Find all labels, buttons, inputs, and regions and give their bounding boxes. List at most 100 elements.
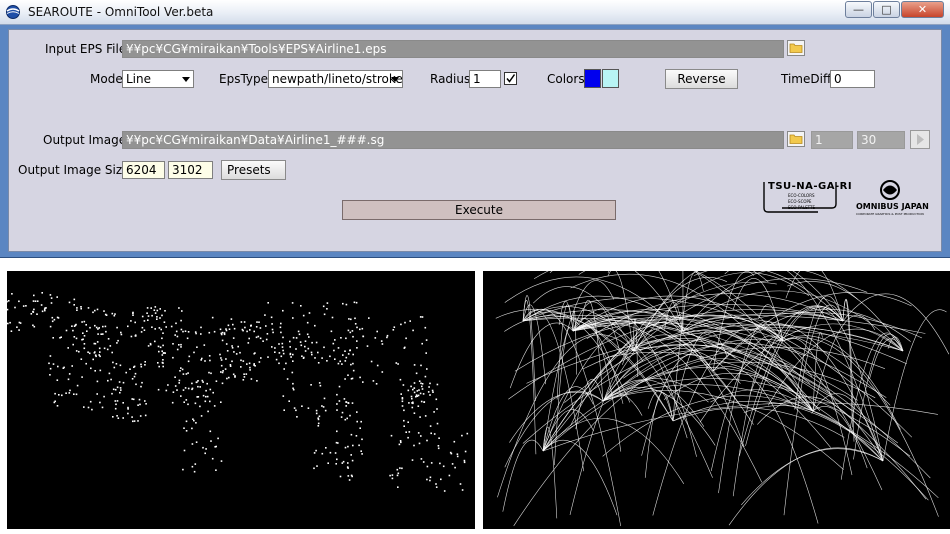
output-width-input[interactable]: 6204	[122, 161, 165, 179]
point-mark	[400, 393, 402, 395]
point-mark	[282, 352, 285, 355]
point-mark	[339, 360, 341, 363]
point-mark	[112, 361, 114, 364]
point-mark	[154, 312, 157, 314]
reverse-button[interactable]: Reverse	[665, 69, 738, 89]
color-swatch-secondary[interactable]	[602, 69, 619, 88]
point-mark	[429, 394, 431, 396]
point-mark	[246, 330, 248, 333]
point-mark	[464, 450, 467, 453]
point-mark	[95, 326, 98, 329]
point-mark	[376, 364, 379, 367]
point-mark	[185, 430, 188, 432]
point-mark	[421, 316, 424, 318]
presets-button[interactable]: Presets	[221, 160, 286, 180]
point-mark	[314, 357, 316, 359]
point-mark	[336, 393, 338, 396]
point-mark	[81, 321, 83, 323]
point-mark	[323, 397, 326, 400]
tsunagari-logo-text: TSU-NA-GA-RI	[768, 181, 853, 192]
point-mark	[439, 462, 441, 465]
close-button[interactable]: ✕	[901, 1, 944, 18]
folder-icon[interactable]	[787, 131, 805, 147]
point-mark	[167, 384, 169, 386]
point-mark	[132, 311, 134, 314]
minimize-button[interactable]: —	[845, 1, 872, 18]
point-mark	[319, 384, 322, 387]
point-mark	[419, 316, 422, 318]
point-mark	[76, 307, 78, 309]
point-mark	[352, 335, 354, 338]
point-mark	[310, 384, 312, 386]
point-mark	[157, 362, 159, 364]
point-mark	[161, 337, 163, 340]
execute-button[interactable]: Execute	[342, 200, 616, 220]
point-mark	[411, 406, 414, 409]
point-mark	[116, 342, 118, 344]
title-bar[interactable]: SEAROUTE - OmniTool Ver.beta — □ ✕	[0, 0, 950, 25]
point-mark	[229, 365, 232, 367]
mode-select[interactable]: Line	[122, 70, 194, 88]
point-mark	[129, 368, 131, 370]
point-mark	[274, 351, 276, 353]
output-height-input[interactable]: 3102	[168, 161, 213, 179]
point-map-image	[7, 292, 469, 492]
globe-icon	[6, 5, 20, 19]
point-mark	[345, 337, 347, 340]
point-mark	[202, 394, 205, 397]
start-frame-input[interactable]: 1	[811, 131, 853, 149]
point-mark	[208, 331, 211, 334]
point-mark	[57, 365, 59, 368]
point-mark	[280, 331, 282, 334]
point-mark	[49, 367, 52, 370]
point-mark	[120, 389, 122, 391]
play-icon[interactable]	[910, 130, 930, 149]
point-mark	[33, 325, 36, 328]
point-mark	[115, 363, 118, 365]
point-mark	[75, 337, 78, 340]
point-mark	[410, 395, 413, 398]
point-mark	[161, 354, 164, 356]
point-mark	[401, 398, 404, 400]
point-mark	[161, 350, 163, 352]
point-mark	[32, 310, 34, 313]
point-mark	[108, 372, 111, 375]
route-line	[741, 448, 884, 506]
point-mark	[250, 324, 252, 327]
point-mark	[184, 387, 187, 389]
end-frame-input[interactable]: 30	[857, 131, 905, 149]
input-eps-path-field[interactable]: ¥¥pc¥CG¥miraikan¥Tools¥EPS¥Airline1.eps	[122, 40, 784, 58]
point-mark	[299, 341, 302, 343]
point-mark	[461, 489, 464, 491]
point-mark	[392, 329, 395, 331]
radius-input[interactable]: 1	[469, 70, 501, 88]
point-mark	[33, 294, 35, 297]
color-swatch-primary[interactable]	[584, 69, 601, 88]
point-mark	[114, 313, 116, 315]
point-mark	[68, 392, 71, 394]
radius-label: Radius	[430, 72, 471, 86]
maximize-button[interactable]: □	[873, 1, 900, 18]
point-mark	[118, 381, 121, 383]
point-mark	[322, 305, 325, 308]
point-mark	[417, 432, 420, 434]
point-mark	[220, 371, 222, 373]
output-image-path-field[interactable]: ¥¥pc¥CG¥miraikan¥Data¥Airline1_###.sg	[122, 131, 784, 149]
timediff-input[interactable]: 0	[830, 70, 875, 88]
point-mark	[141, 326, 144, 329]
point-mark	[356, 347, 358, 349]
point-mark	[231, 347, 234, 349]
point-mark	[191, 387, 194, 390]
point-mark	[267, 302, 269, 304]
epstype-select[interactable]: newpath/lineto/stroke	[268, 70, 403, 88]
point-mark	[401, 405, 404, 407]
point-mark	[374, 337, 377, 339]
point-mark	[433, 433, 436, 435]
radius-checkbox[interactable]	[504, 72, 517, 85]
point-mark	[411, 397, 413, 400]
point-mark	[52, 363, 55, 365]
point-mark	[60, 336, 62, 338]
point-mark	[125, 371, 127, 374]
window-controls: — □ ✕	[845, 1, 944, 19]
folder-icon[interactable]	[787, 40, 805, 56]
